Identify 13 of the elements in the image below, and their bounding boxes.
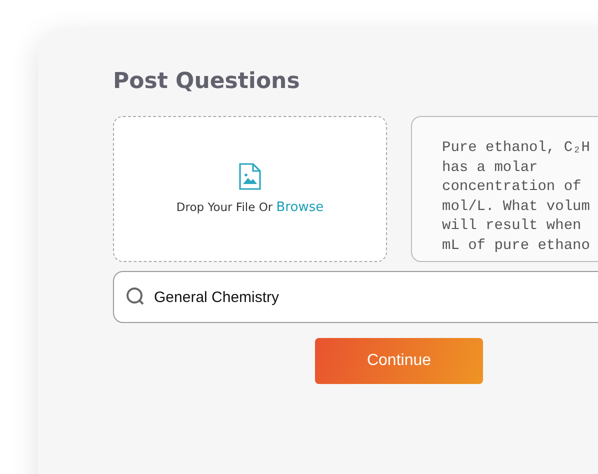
question-text-line: has a molar [442, 158, 539, 178]
image-file-icon [239, 163, 261, 190]
question-text-area[interactable]: Pure ethanol, C₂H has a molar concentration of mol/L. What volum will result when mL of pure ethano [411, 116, 598, 262]
subject-search-field[interactable]: General Chemistry [113, 271, 598, 323]
question-text-line: concentration of [442, 178, 582, 197]
question-text-line: mL of pure ethano [442, 236, 591, 256]
question-text-line: will result when [442, 217, 582, 236]
question-text-line: Pure ethanol, C₂H [442, 139, 591, 158]
drop-prompt: Drop Your File Or Browse [176, 200, 324, 215]
question-text-line: mol/L. What volum [442, 198, 591, 216]
file-drop-zone[interactable]: Drop Your File Or Browse [113, 116, 387, 262]
page-title: Post Questions [113, 68, 301, 96]
search-icon [126, 287, 145, 306]
